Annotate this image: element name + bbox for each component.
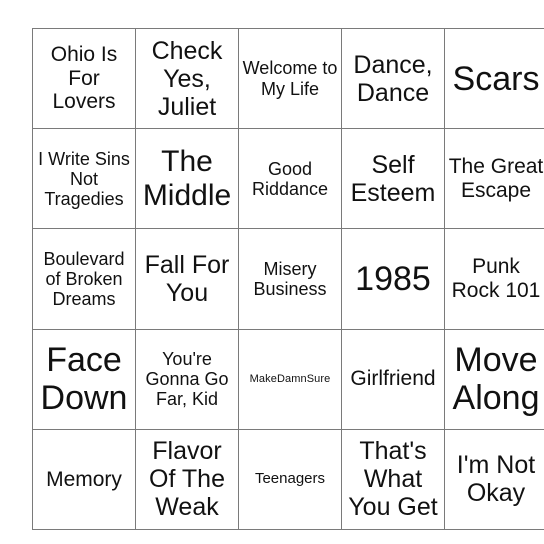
bingo-row: Face Down You're Gonna Go Far, Kid MakeD… [32,328,544,430]
bingo-row: Memory Flavor Of The Weak Teenagers That… [32,428,544,530]
bingo-cell-r5c1[interactable]: Memory [32,428,136,530]
bingo-cell-r2c4[interactable]: Self Esteem [341,128,445,230]
bingo-row: Ohio Is For Lovers Check Yes, Juliet Wel… [32,27,544,130]
bingo-cell-r1c5[interactable]: Scars [444,27,544,130]
bingo-row: I Write Sins Not Tragedies The Middle Go… [32,128,544,230]
bingo-cell-r2c2[interactable]: The Middle [135,128,239,230]
bingo-cell-r5c4[interactable]: That's What You Get [341,428,445,530]
bingo-cell-r5c5[interactable]: I'm Not Okay [444,428,544,530]
bingo-cell-r4c4[interactable]: Girlfriend [341,328,445,430]
bingo-cell-r5c2[interactable]: Flavor Of The Weak [135,428,239,530]
bingo-cell-r3c3[interactable]: Misery Business [238,228,342,330]
bingo-cell-r4c1[interactable]: Face Down [32,328,136,430]
bingo-card-container: Ohio Is For Lovers Check Yes, Juliet Wel… [32,27,544,530]
bingo-cell-r3c4[interactable]: 1985 [341,228,445,330]
bingo-cell-r2c1[interactable]: I Write Sins Not Tragedies [32,128,136,230]
bingo-cell-r3c1[interactable]: Boulevard of Broken Dreams [32,228,136,330]
bingo-cell-r2c3[interactable]: Good Riddance [238,128,342,230]
bingo-cell-r1c2[interactable]: Check Yes, Juliet [135,27,239,130]
bingo-cell-r4c2[interactable]: You're Gonna Go Far, Kid [135,328,239,430]
bingo-cell-r1c1[interactable]: Ohio Is For Lovers [32,27,136,130]
bingo-cell-r1c4[interactable]: Dance, Dance [341,27,445,130]
bingo-cell-r4c5[interactable]: Move Along [444,328,544,430]
bingo-card-grid: Ohio Is For Lovers Check Yes, Juliet Wel… [32,27,544,530]
bingo-card-body: Ohio Is For Lovers Check Yes, Juliet Wel… [32,27,544,530]
bingo-row: Boulevard of Broken Dreams Fall For You … [32,228,544,330]
bingo-cell-r3c5[interactable]: Punk Rock 101 [444,228,544,330]
bingo-cell-r2c5[interactable]: The Great Escape [444,128,544,230]
bingo-cell-r3c2[interactable]: Fall For You [135,228,239,330]
bingo-cell-r5c3[interactable]: Teenagers [238,428,342,530]
bingo-cell-r1c3[interactable]: Welcome to My Life [238,27,342,130]
bingo-cell-r4c3[interactable]: MakeDamnSure [238,328,342,430]
